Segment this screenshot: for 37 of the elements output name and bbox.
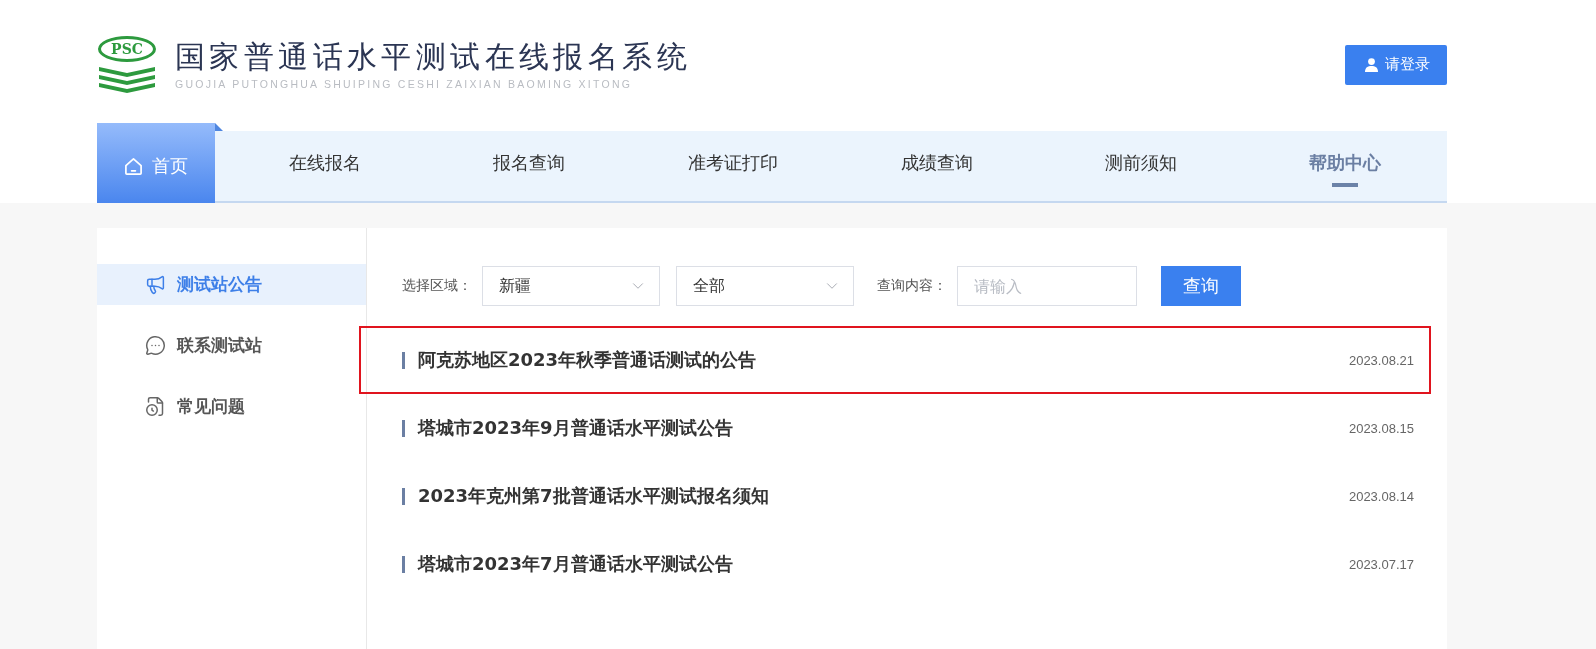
tab-fold-icon xyxy=(215,123,223,131)
notice-date: 2023.07.17 xyxy=(1348,556,1414,572)
notice-date: 2023.08.21 xyxy=(1348,352,1414,368)
login-button[interactable]: 请登录 xyxy=(1345,44,1447,85)
region-label: 选择区域： xyxy=(402,277,472,295)
site-title: 国家普通话水平测试在线报名系统 xyxy=(175,39,691,74)
nav-tab[interactable]: 准考证打印 xyxy=(631,131,835,203)
notice-date: 2023.08.15 xyxy=(1348,420,1414,436)
nav-tab[interactable]: 测前须知 xyxy=(1039,131,1243,203)
region-select[interactable]: 新疆 xyxy=(482,266,660,306)
category-select[interactable]: 全部 xyxy=(676,266,854,306)
nav-tab[interactable]: 成绩查询 xyxy=(835,131,1039,203)
logo-mark: PSC xyxy=(98,35,156,62)
query-input[interactable]: 请输入 xyxy=(957,266,1137,306)
bar-marker-icon xyxy=(402,555,405,573)
nav-tab[interactable]: 在线报名 xyxy=(223,131,427,203)
notice-row[interactable]: 阿克苏地区2023年秋季普通话测试的公告 2023.08.21 xyxy=(359,326,1431,394)
nav-tab[interactable]: 报名查询 xyxy=(427,131,631,203)
document-clock-icon xyxy=(145,396,166,417)
notice-title: 2023年克州第7批普通话水平测试报名须知 xyxy=(418,484,769,508)
search-button[interactable]: 查询 xyxy=(1161,266,1241,306)
nav-tab[interactable]: 帮助中心 xyxy=(1243,131,1447,203)
notice-date: 2023.08.14 xyxy=(1348,488,1414,504)
query-label: 查询内容： xyxy=(877,277,947,295)
notice-row[interactable]: 2023年克州第7批普通话水平测试报名须知 2023.08.14 xyxy=(359,462,1431,530)
chat-bubble-icon xyxy=(145,335,166,356)
notice-title: 塔城市2023年7月普通话水平测试公告 xyxy=(418,552,733,576)
megaphone-icon xyxy=(145,274,166,295)
home-icon xyxy=(124,156,143,176)
site-subtitle: GUOJIA PUTONGHUA SHUIPING CESHI ZAIXIAN BAOMING XITONG xyxy=(175,77,634,90)
notice-row[interactable]: 塔城市2023年7月普通话水平测试公告 2023.07.17 xyxy=(359,530,1431,598)
notice-title: 塔城市2023年9月普通话水平测试公告 xyxy=(418,416,733,440)
user-icon xyxy=(1365,57,1378,72)
bar-marker-icon xyxy=(402,351,405,369)
notice-title: 阿克苏地区2023年秋季普通话测试的公告 xyxy=(418,348,757,372)
bar-marker-icon xyxy=(402,419,405,437)
bar-marker-icon xyxy=(402,487,405,505)
